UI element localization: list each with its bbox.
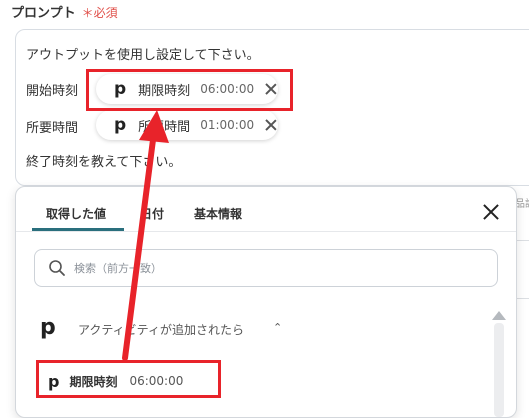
- duration-label: 所要時間: [26, 121, 79, 136]
- scrollbar-track[interactable]: [494, 323, 504, 417]
- clipped-text: 品説: [515, 199, 529, 210]
- app-logo-icon: p: [114, 115, 127, 135]
- required-badge: ＊必須: [81, 6, 118, 20]
- divider: [515, 240, 529, 241]
- remove-chip-icon[interactable]: [264, 118, 278, 132]
- prompt-label-text: プロンプト: [11, 6, 76, 21]
- result-item-deadline[interactable]: p 期限時刻 06:00:00: [40, 365, 220, 397]
- chevron-up-icon[interactable]: ⌃: [273, 321, 282, 334]
- tab-divider: [16, 231, 516, 232]
- result-label: 期限時刻: [69, 374, 118, 389]
- remove-chip-icon[interactable]: [264, 82, 278, 96]
- scroll-up-icon[interactable]: [492, 311, 506, 320]
- result-sample-value: 06:00:00: [129, 374, 184, 388]
- variable-chip-deadline[interactable]: p 期限時刻 06:00:00: [96, 74, 279, 104]
- app-logo-icon: p: [48, 371, 60, 391]
- tab-acquired-values[interactable]: 取得した値: [46, 205, 106, 222]
- chip-label: 所要時間: [138, 119, 191, 135]
- prompt-line-1: アウトプットを使用し設定して下さい。: [26, 48, 260, 63]
- app-logo-icon: p: [114, 79, 127, 99]
- tab-basic-info[interactable]: 基本情報: [194, 205, 242, 222]
- variable-chip-duration[interactable]: p 所要時間 01:00:00: [96, 110, 279, 140]
- close-icon[interactable]: [482, 203, 500, 221]
- chip-label: 期限時刻: [138, 83, 191, 99]
- search-icon: [49, 260, 65, 276]
- app-logo-icon: p: [40, 315, 56, 340]
- start-time-label: 開始時刻: [26, 84, 79, 99]
- tab-date[interactable]: 日付: [140, 205, 164, 222]
- prompt-line-4: 終了時刻を教えて下さい。: [26, 155, 182, 170]
- section-header-trigger[interactable]: アクティビティが追加されたら: [78, 321, 244, 338]
- chip-sample-value: 01:00:00: [200, 118, 255, 132]
- chip-sample-value: 06:00:00: [200, 82, 255, 96]
- divider: [515, 298, 529, 299]
- prompt-editor[interactable]: アウトプットを使用し設定して下さい。 開始時刻 所要時間 終了時刻を教えて下さい…: [15, 29, 529, 186]
- search-box[interactable]: [34, 249, 498, 287]
- prompt-field-label: プロンプト ＊必須: [11, 2, 118, 21]
- search-input[interactable]: [72, 260, 456, 276]
- value-picker-panel: 取得した値 日付 基本情報 p アクティビティが追加されたら ⌃ p 期限時刻 …: [15, 186, 517, 418]
